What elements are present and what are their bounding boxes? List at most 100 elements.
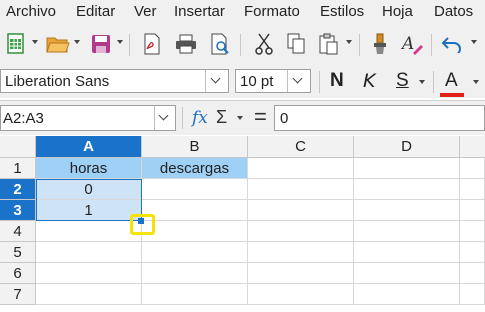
font-color-swatch	[440, 93, 464, 97]
toolbar-separator	[319, 71, 320, 93]
menu-datos[interactable]: Datos	[434, 3, 473, 21]
svg-text:A: A	[401, 34, 414, 54]
font-color-button[interactable]: A	[445, 70, 458, 92]
font-name-combo[interactable]: Liberation Sans	[0, 69, 229, 93]
row-header-1[interactable]: 1	[0, 158, 36, 179]
underline-dropdown-icon[interactable]	[418, 78, 426, 86]
cell-b5[interactable]	[142, 242, 248, 263]
paste-dropdown-icon[interactable]	[345, 38, 353, 46]
row-header-7[interactable]: 7	[0, 284, 36, 305]
row-header-4[interactable]: 4	[0, 221, 36, 242]
cell-b4[interactable]	[142, 221, 248, 242]
save-icon[interactable]	[87, 30, 115, 58]
menu-editar[interactable]: Editar	[76, 3, 115, 21]
chevron-down-icon[interactable]	[154, 106, 175, 130]
function-wizard-icon[interactable]: fx	[192, 108, 208, 128]
toolbar-separator	[359, 34, 360, 56]
cell-a4[interactable]	[36, 221, 142, 242]
undo-icon[interactable]	[438, 30, 466, 58]
row-header-2[interactable]: 2	[0, 179, 36, 200]
menu-archivo[interactable]: Archivo	[6, 3, 56, 21]
undo-dropdown-icon[interactable]	[470, 38, 478, 46]
new-dropdown-icon[interactable]	[31, 38, 39, 46]
print-icon[interactable]	[172, 30, 200, 58]
cell-d6[interactable]	[354, 263, 460, 284]
cell-b2[interactable]	[142, 179, 248, 200]
cell-d5[interactable]	[354, 242, 460, 263]
name-box-value: A2:A3	[3, 110, 44, 127]
cell-c2[interactable]	[248, 179, 354, 200]
menu-formato[interactable]: Formato	[244, 3, 300, 21]
cell-a7[interactable]	[36, 284, 142, 305]
cell-c3[interactable]	[248, 200, 354, 221]
cell-e1[interactable]	[460, 158, 485, 179]
chevron-down-icon[interactable]	[287, 70, 310, 92]
menu-hoja[interactable]: Hoja	[382, 3, 413, 21]
column-header-c[interactable]: C	[248, 136, 354, 158]
cell-a1[interactable]: horas	[36, 158, 142, 179]
column-header-a[interactable]: A	[36, 136, 142, 158]
cell-c4[interactable]	[248, 221, 354, 242]
font-size-value: 10 pt	[240, 73, 274, 90]
font-size-combo[interactable]: 10 pt	[235, 69, 311, 93]
cell-a2[interactable]: 0	[36, 179, 142, 200]
cell-e5[interactable]	[460, 242, 485, 263]
clear-formatting-icon[interactable]: A	[398, 30, 426, 58]
row-header-3[interactable]: 3	[0, 200, 36, 221]
cell-e7[interactable]	[460, 284, 485, 305]
cell-d1[interactable]	[354, 158, 460, 179]
new-spreadsheet-icon[interactable]	[2, 30, 30, 58]
open-folder-icon[interactable]	[44, 30, 72, 58]
bold-button[interactable]: N	[330, 70, 344, 92]
font-name-value: Liberation Sans	[5, 73, 110, 90]
print-preview-icon[interactable]	[206, 30, 234, 58]
cell-e6[interactable]	[460, 263, 485, 284]
cell-b7[interactable]	[142, 284, 248, 305]
cell-a3[interactable]: 1	[36, 200, 142, 221]
row-header-5[interactable]: 5	[0, 242, 36, 263]
menu-ver[interactable]: Ver	[134, 3, 157, 21]
formula-input[interactable]: 0	[274, 105, 485, 131]
cell-d4[interactable]	[354, 221, 460, 242]
menu-bar: Archivo Editar Ver Insertar Formato Esti…	[0, 0, 485, 24]
italic-button[interactable]: K	[363, 70, 375, 92]
paste-icon[interactable]	[314, 30, 342, 58]
cell-a6[interactable]	[36, 263, 142, 284]
cell-d7[interactable]	[354, 284, 460, 305]
cell-e4[interactable]	[460, 221, 485, 242]
cell-b1[interactable]: descargas	[142, 158, 248, 179]
formula-equals-icon[interactable]: =	[254, 104, 267, 130]
clone-formatting-icon[interactable]	[366, 30, 394, 58]
cell-b6[interactable]	[142, 263, 248, 284]
spreadsheet-grid: A B C D 1 2 3 4 5 6 7 horas descargas 0 1	[0, 136, 485, 312]
export-pdf-icon[interactable]	[138, 30, 166, 58]
cell-a5[interactable]	[36, 242, 142, 263]
menu-insertar[interactable]: Insertar	[174, 3, 225, 21]
cut-icon[interactable]	[250, 30, 278, 58]
underline-button[interactable]: S	[396, 70, 409, 92]
chevron-down-icon[interactable]	[205, 70, 228, 92]
cell-e3[interactable]	[460, 200, 485, 221]
formula-input-value: 0	[280, 110, 289, 127]
name-box[interactable]: A2:A3	[0, 105, 176, 131]
cell-c7[interactable]	[248, 284, 354, 305]
column-header-b[interactable]: B	[142, 136, 248, 158]
cell-e2[interactable]	[460, 179, 485, 200]
sum-dropdown-icon[interactable]	[236, 114, 244, 122]
cell-c1[interactable]	[248, 158, 354, 179]
cell-c5[interactable]	[248, 242, 354, 263]
select-all-corner[interactable]	[0, 136, 36, 158]
column-header-e[interactable]	[460, 136, 485, 158]
cell-d3[interactable]	[354, 200, 460, 221]
cell-d2[interactable]	[354, 179, 460, 200]
column-header-d[interactable]: D	[354, 136, 460, 158]
cell-c6[interactable]	[248, 263, 354, 284]
save-dropdown-icon[interactable]	[116, 38, 124, 46]
font-color-dropdown-icon[interactable]	[472, 78, 480, 86]
menu-estilos[interactable]: Estilos	[320, 3, 364, 21]
cell-b3[interactable]	[142, 200, 248, 221]
row-header-6[interactable]: 6	[0, 263, 36, 284]
open-dropdown-icon[interactable]	[73, 38, 81, 46]
copy-icon[interactable]	[282, 30, 310, 58]
sum-icon[interactable]: Σ	[216, 107, 227, 128]
